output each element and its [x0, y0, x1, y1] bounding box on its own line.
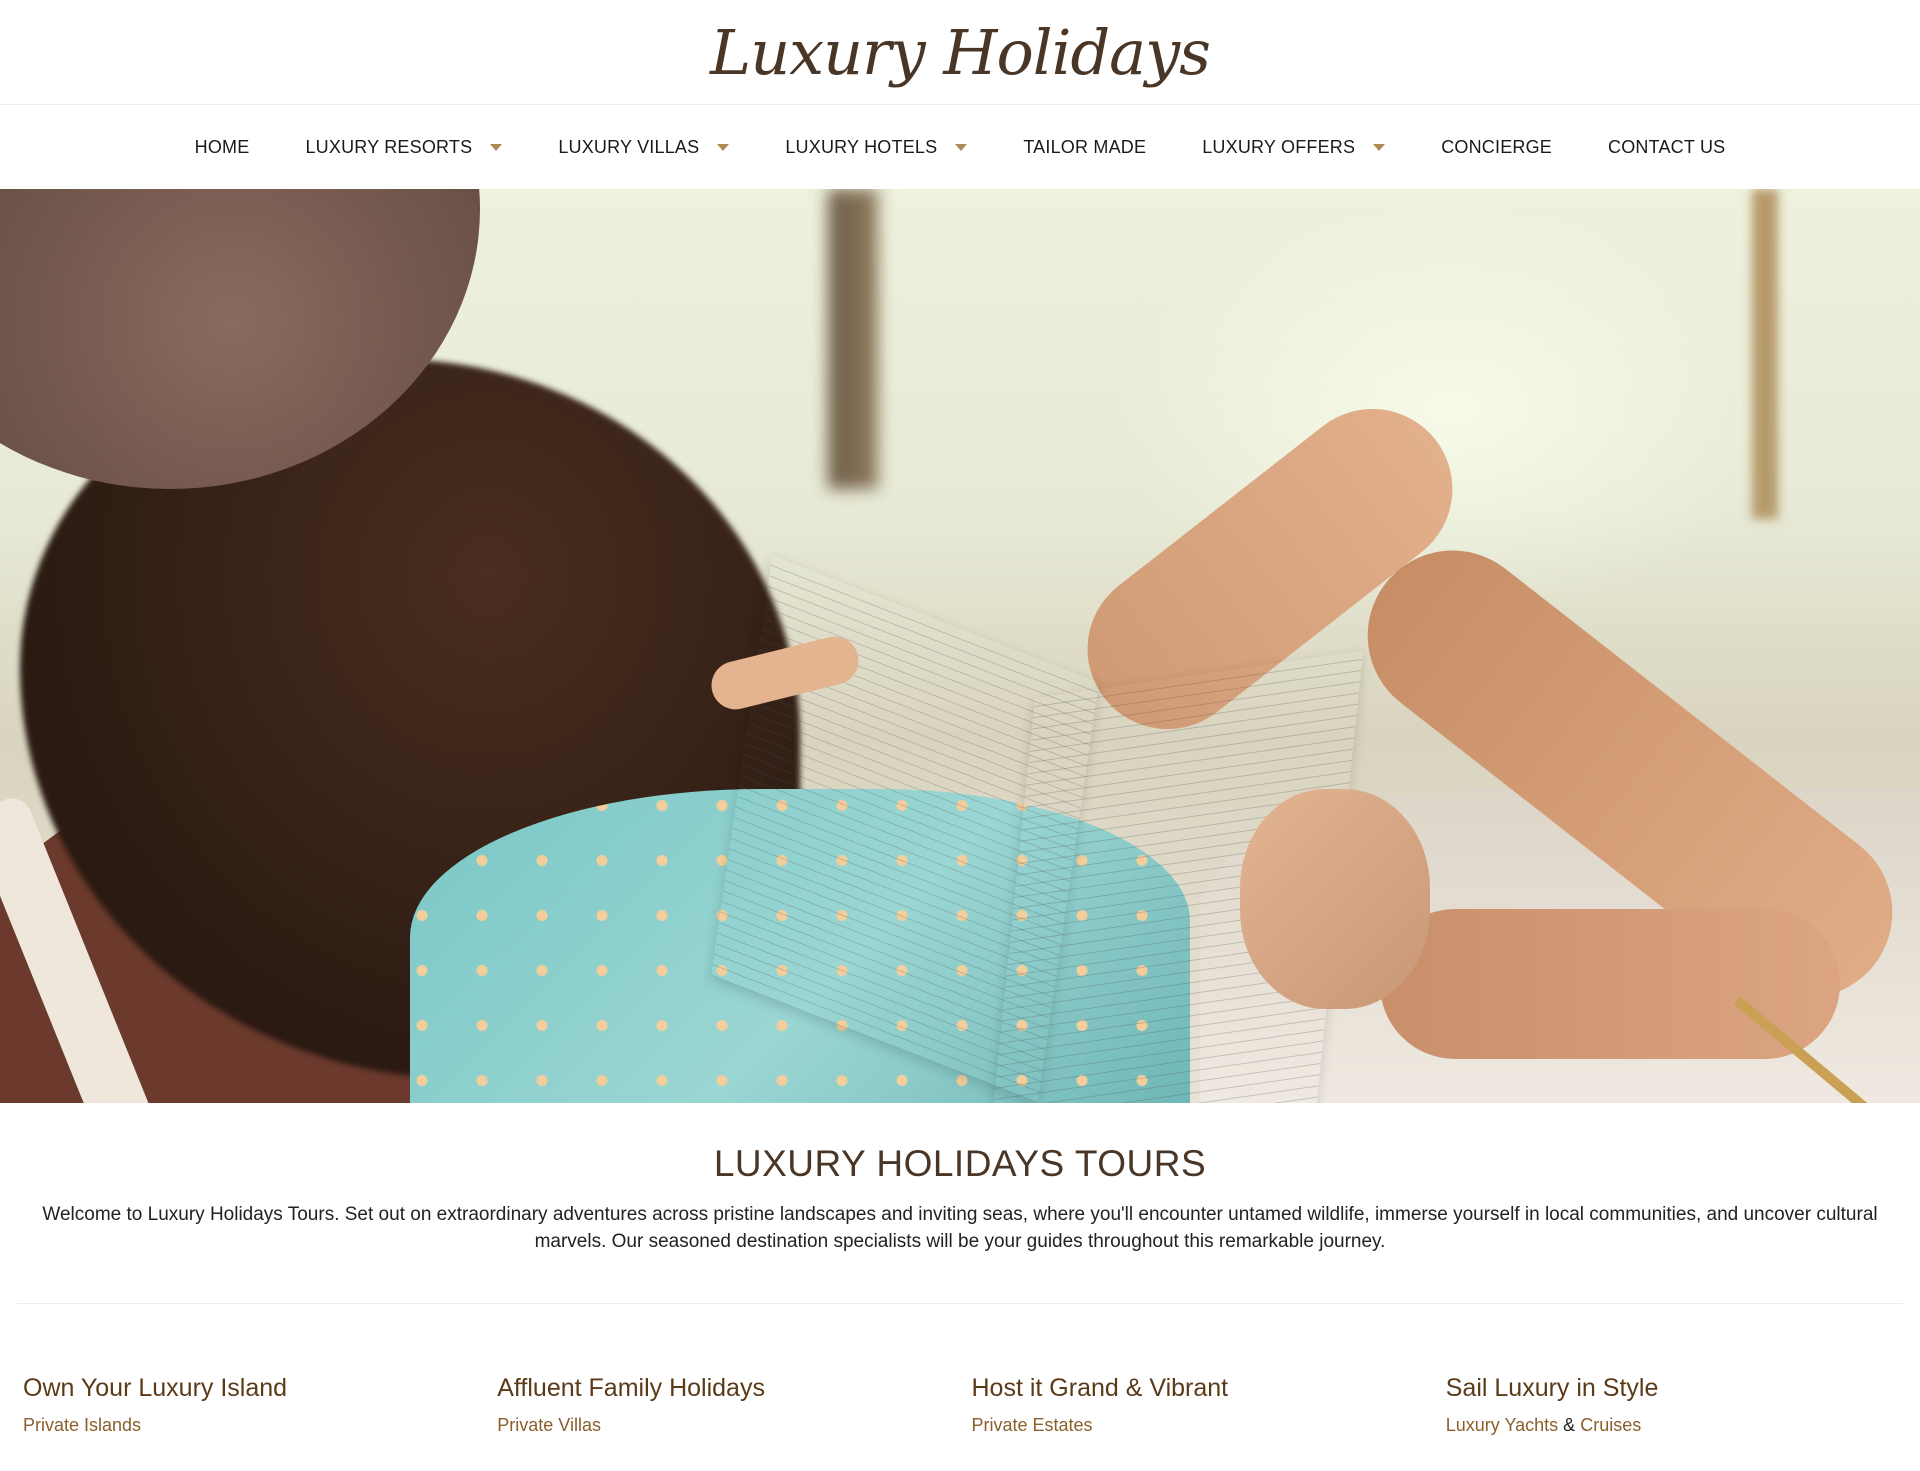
nav-item-contact-us[interactable]: CONTACT US	[1608, 137, 1725, 158]
nav-item-concierge[interactable]: CONCIERGE	[1441, 137, 1552, 158]
feature-card[interactable]: Host it Grand & Vibrant Private Estates	[972, 1374, 1446, 1436]
nav-item-label: LUXURY OFFERS	[1202, 136, 1356, 157]
ampersand: &	[1563, 1415, 1576, 1435]
nav-item-label: HOME	[194, 136, 250, 157]
feature-card[interactable]: Sail Luxury in Style Luxury Yachts & Cru…	[1446, 1374, 1920, 1436]
feature-subtitle[interactable]: Private Estates	[972, 1415, 1446, 1436]
nav-item-label: TAILOR MADE	[1023, 136, 1147, 157]
feature-card[interactable]: Affluent Family Holidays Private Villas	[497, 1374, 971, 1436]
feature-title[interactable]: Own Your Luxury Island	[23, 1374, 497, 1403]
section-title: LUXURY HOLIDAYS TOURS	[713, 1143, 1207, 1184]
site-header: Luxury Holidays	[0, 0, 1920, 105]
shin	[1380, 909, 1840, 1059]
nav-item-luxury-villas[interactable]: LUXURY VILLAS	[558, 136, 730, 158]
feature-subtitle: Luxury Yachts & Cruises	[1446, 1415, 1920, 1436]
caret-down-icon	[1373, 143, 1386, 151]
caret-down-icon	[490, 143, 503, 151]
main-nav: HOME LUXURY RESORTS LUXURY VILLAS LUXURY…	[0, 105, 1920, 189]
nav-item-luxury-resorts[interactable]: LUXURY RESORTS	[305, 136, 503, 158]
nav-item-label: LUXURY HOTELS	[785, 136, 938, 157]
feature-subtitle[interactable]: Private Islands	[23, 1415, 497, 1436]
feature-title[interactable]: Affluent Family Holidays	[497, 1374, 971, 1403]
feature-title[interactable]: Sail Luxury in Style	[1446, 1374, 1920, 1403]
post	[1752, 189, 1778, 519]
nav-item-home[interactable]: HOME	[195, 137, 250, 158]
nav-item-label: CONTACT US	[1608, 136, 1726, 157]
intro-section: LUXURY HOLIDAYS TOURS Welcome to Luxury …	[0, 1103, 1920, 1255]
caret-down-icon	[717, 143, 730, 151]
feature-title[interactable]: Host it Grand & Vibrant	[972, 1374, 1446, 1403]
site-logo[interactable]: Luxury Holidays	[710, 16, 1211, 89]
feature-card[interactable]: Own Your Luxury Island Private Islands	[23, 1374, 497, 1436]
hand	[1240, 789, 1430, 1009]
features-row: Own Your Luxury Island Private Islands A…	[0, 1304, 1920, 1436]
nav-item-luxury-offers[interactable]: LUXURY OFFERS	[1202, 136, 1386, 158]
nav-item-tailor-made[interactable]: TAILOR MADE	[1023, 137, 1146, 158]
nav-item-label: LUXURY RESORTS	[305, 136, 473, 157]
feature-subtitle-link[interactable]: Luxury Yachts	[1446, 1415, 1558, 1435]
palm-trunk	[828, 189, 878, 489]
nav-item-label: LUXURY VILLAS	[558, 136, 700, 157]
caret-down-icon	[955, 143, 968, 151]
feature-subtitle[interactable]: Private Villas	[497, 1415, 971, 1436]
feature-subtitle-link[interactable]: Cruises	[1580, 1415, 1641, 1435]
hero-image	[0, 189, 1920, 1103]
nav-item-luxury-hotels[interactable]: LUXURY HOTELS	[785, 136, 968, 158]
intro-paragraph: Welcome to Luxury Holidays Tours. Set ou…	[42, 1204, 1878, 1252]
nav-item-label: CONCIERGE	[1441, 136, 1553, 157]
